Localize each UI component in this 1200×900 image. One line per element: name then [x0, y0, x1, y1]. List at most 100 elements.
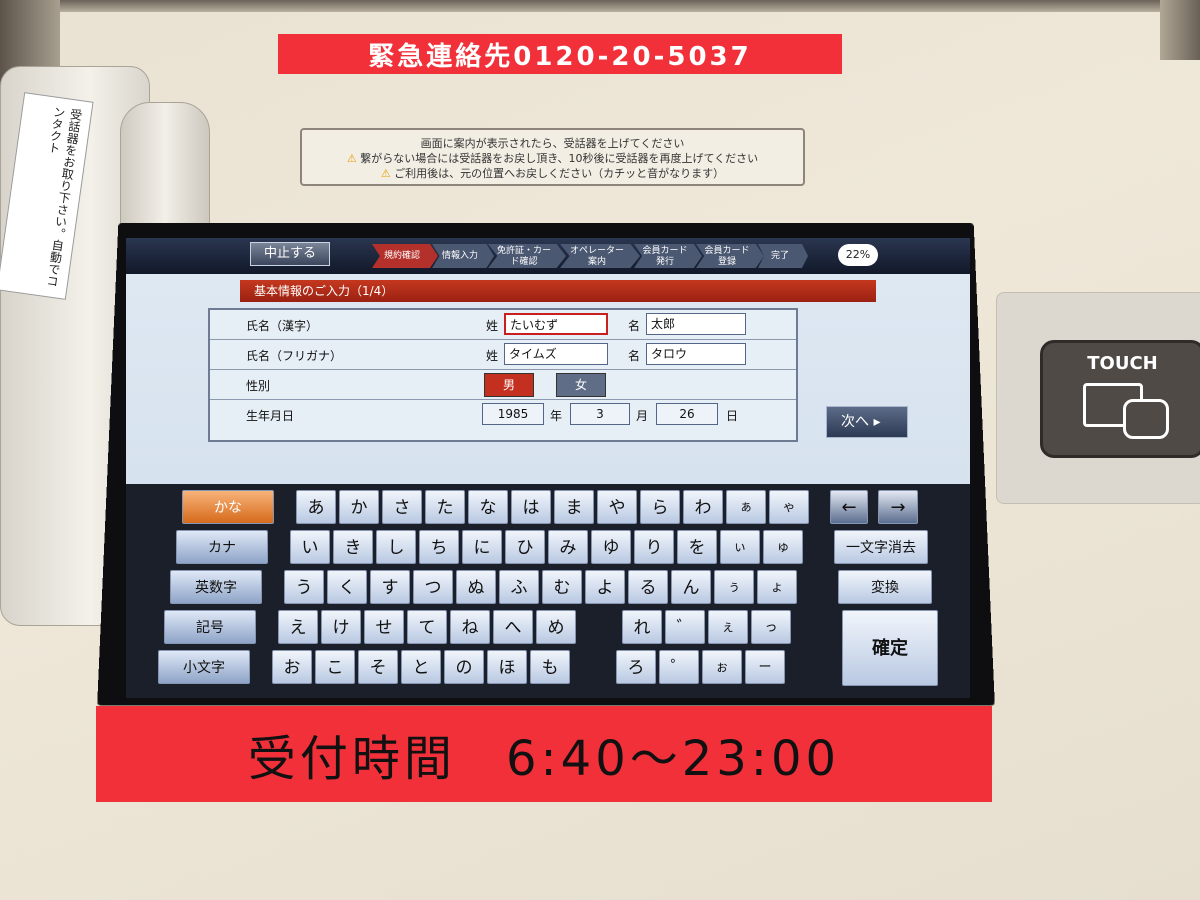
birth-month-input[interactable]: 3: [570, 403, 630, 425]
kana-key[interactable]: ひ: [505, 530, 545, 564]
hand-icon: [1123, 399, 1169, 439]
kana-key[interactable]: と: [401, 650, 441, 684]
surname-label: 姓: [486, 319, 499, 333]
notice-line-3: ⚠ ご利用後は、元の位置へお戻しください（カチッと音がなります）: [302, 166, 803, 181]
touch-screen: 中止する 規約確認 情報入力 免許証・カード確認 オペレーター案内 会員カード発…: [126, 238, 970, 698]
kana-key[interactable]: く: [327, 570, 367, 604]
kana-key[interactable]: さ: [382, 490, 422, 524]
given-kana-input[interactable]: タロウ: [646, 343, 746, 365]
kana-key[interactable]: わ: [683, 490, 723, 524]
surname-label: 姓: [486, 349, 499, 363]
mode-key-2[interactable]: 英数字: [170, 570, 262, 604]
kana-key[interactable]: そ: [358, 650, 398, 684]
kana-key[interactable]: ふ: [499, 570, 539, 604]
kana-key[interactable]: ぁ: [726, 490, 766, 524]
kana-key[interactable]: ゆ: [591, 530, 631, 564]
kana-key[interactable]: ゜: [659, 650, 699, 684]
mode-key-1[interactable]: カナ: [176, 530, 268, 564]
top-bar: 中止する 規約確認 情報入力 免許証・カード確認 オペレーター案内 会員カード発…: [126, 238, 970, 274]
kana-key[interactable]: れ: [622, 610, 662, 644]
kana-key[interactable]: ん: [671, 570, 711, 604]
hours-label: 受付時間: [247, 731, 456, 787]
given-name-label: 名: [628, 319, 641, 333]
kana-key[interactable]: ゃ: [769, 490, 809, 524]
kana-key[interactable]: ぉ: [702, 650, 742, 684]
kana-key[interactable]: り: [634, 530, 674, 564]
mode-key-4[interactable]: 小文字: [158, 650, 250, 684]
kana-key[interactable]: み: [548, 530, 588, 564]
kana-key[interactable]: む: [542, 570, 582, 604]
surname-kanji-input[interactable]: たいむず: [504, 313, 608, 335]
form-row-gender: 性別 男 女: [210, 370, 796, 400]
kana-key[interactable]: ま: [554, 490, 594, 524]
warning-icon: ⚠: [380, 167, 391, 180]
kana-key[interactable]: こ: [315, 650, 355, 684]
basic-info-form: 氏名（漢字） 姓 たいむず 名 太郎 氏名（フリガナ） 姓 タイムズ 名 タロウ…: [208, 308, 798, 442]
step-item: 情報入力: [432, 244, 494, 268]
kana-key[interactable]: ら: [640, 490, 680, 524]
surname-kana-input[interactable]: タイムズ: [504, 343, 608, 365]
kana-key[interactable]: つ: [413, 570, 453, 604]
kana-key[interactable]: せ: [364, 610, 404, 644]
kana-key[interactable]: も: [530, 650, 570, 684]
mode-key-0[interactable]: かな: [182, 490, 274, 524]
kana-key[interactable]: る: [628, 570, 668, 604]
mode-key-3[interactable]: 記号: [164, 610, 256, 644]
cancel-button[interactable]: 中止する: [250, 242, 330, 266]
kana-key[interactable]: へ: [493, 610, 533, 644]
kana-key[interactable]: を: [677, 530, 717, 564]
emergency-contact-banner: 緊急連絡先0120-20-5037: [278, 34, 842, 74]
kana-key[interactable]: け: [321, 610, 361, 644]
kana-key[interactable]: め: [536, 610, 576, 644]
kana-key[interactable]: ぃ: [720, 530, 760, 564]
month-unit-label: 月: [636, 409, 649, 423]
kana-key[interactable]: ほ: [487, 650, 527, 684]
kana-key[interactable]: ち: [419, 530, 459, 564]
kana-key[interactable]: う: [284, 570, 324, 604]
kana-key[interactable]: た: [425, 490, 465, 524]
confirm-button[interactable]: 確定: [842, 610, 938, 686]
birth-day-input[interactable]: 26: [656, 403, 718, 425]
kana-key[interactable]: な: [468, 490, 508, 524]
given-kanji-input[interactable]: 太郎: [646, 313, 746, 335]
kana-key[interactable]: に: [462, 530, 502, 564]
kana-key[interactable]: か: [339, 490, 379, 524]
kana-key[interactable]: や: [597, 490, 637, 524]
kana-key[interactable]: し: [376, 530, 416, 564]
kana-key[interactable]: ゅ: [763, 530, 803, 564]
kana-key[interactable]: て: [407, 610, 447, 644]
kana-key[interactable]: い: [290, 530, 330, 564]
convert-button[interactable]: 変換: [838, 570, 932, 604]
kana-key[interactable]: ょ: [757, 570, 797, 604]
cursor-right-key[interactable]: →: [878, 490, 918, 524]
kana-key[interactable]: よ: [585, 570, 625, 604]
cursor-left-key[interactable]: ←: [830, 490, 868, 524]
kana-key[interactable]: ー: [745, 650, 785, 684]
next-button[interactable]: 次へ ▸: [826, 406, 908, 438]
kana-key[interactable]: ぅ: [714, 570, 754, 604]
kana-key[interactable]: え: [278, 610, 318, 644]
birth-year-input[interactable]: 1985: [482, 403, 544, 425]
step-item: 完了: [758, 244, 808, 268]
step-item: 免許証・カード確認: [488, 244, 566, 268]
delete-char-button[interactable]: 一文字消去: [834, 530, 928, 564]
kana-key[interactable]: き: [333, 530, 373, 564]
kana-key[interactable]: お: [272, 650, 312, 684]
kana-key[interactable]: ぬ: [456, 570, 496, 604]
kana-key[interactable]: ね: [450, 610, 490, 644]
kana-key[interactable]: す: [370, 570, 410, 604]
kana-key[interactable]: は: [511, 490, 551, 524]
kana-key[interactable]: っ: [751, 610, 791, 644]
kana-key[interactable]: あ: [296, 490, 336, 524]
day-unit-label: 日: [726, 409, 739, 423]
kana-key[interactable]: ゛: [665, 610, 705, 644]
gender-male-button[interactable]: 男: [484, 373, 534, 397]
kana-key[interactable]: ぇ: [708, 610, 748, 644]
kana-key[interactable]: ろ: [616, 650, 656, 684]
notice-line-2: ⚠ 繋がらない場合には受話器をお戻し頂き、10秒後に受話器を再度上げてください: [302, 151, 803, 166]
notice-line-2-text: 繋がらない場合には受話器をお戻し頂き、10秒後に受話器を再度上げてください: [360, 152, 759, 165]
gender-female-button[interactable]: 女: [556, 373, 606, 397]
kana-key[interactable]: の: [444, 650, 484, 684]
given-name-label: 名: [628, 349, 641, 363]
form-row-name-kanji: 氏名（漢字） 姓 たいむず 名 太郎: [210, 310, 796, 340]
